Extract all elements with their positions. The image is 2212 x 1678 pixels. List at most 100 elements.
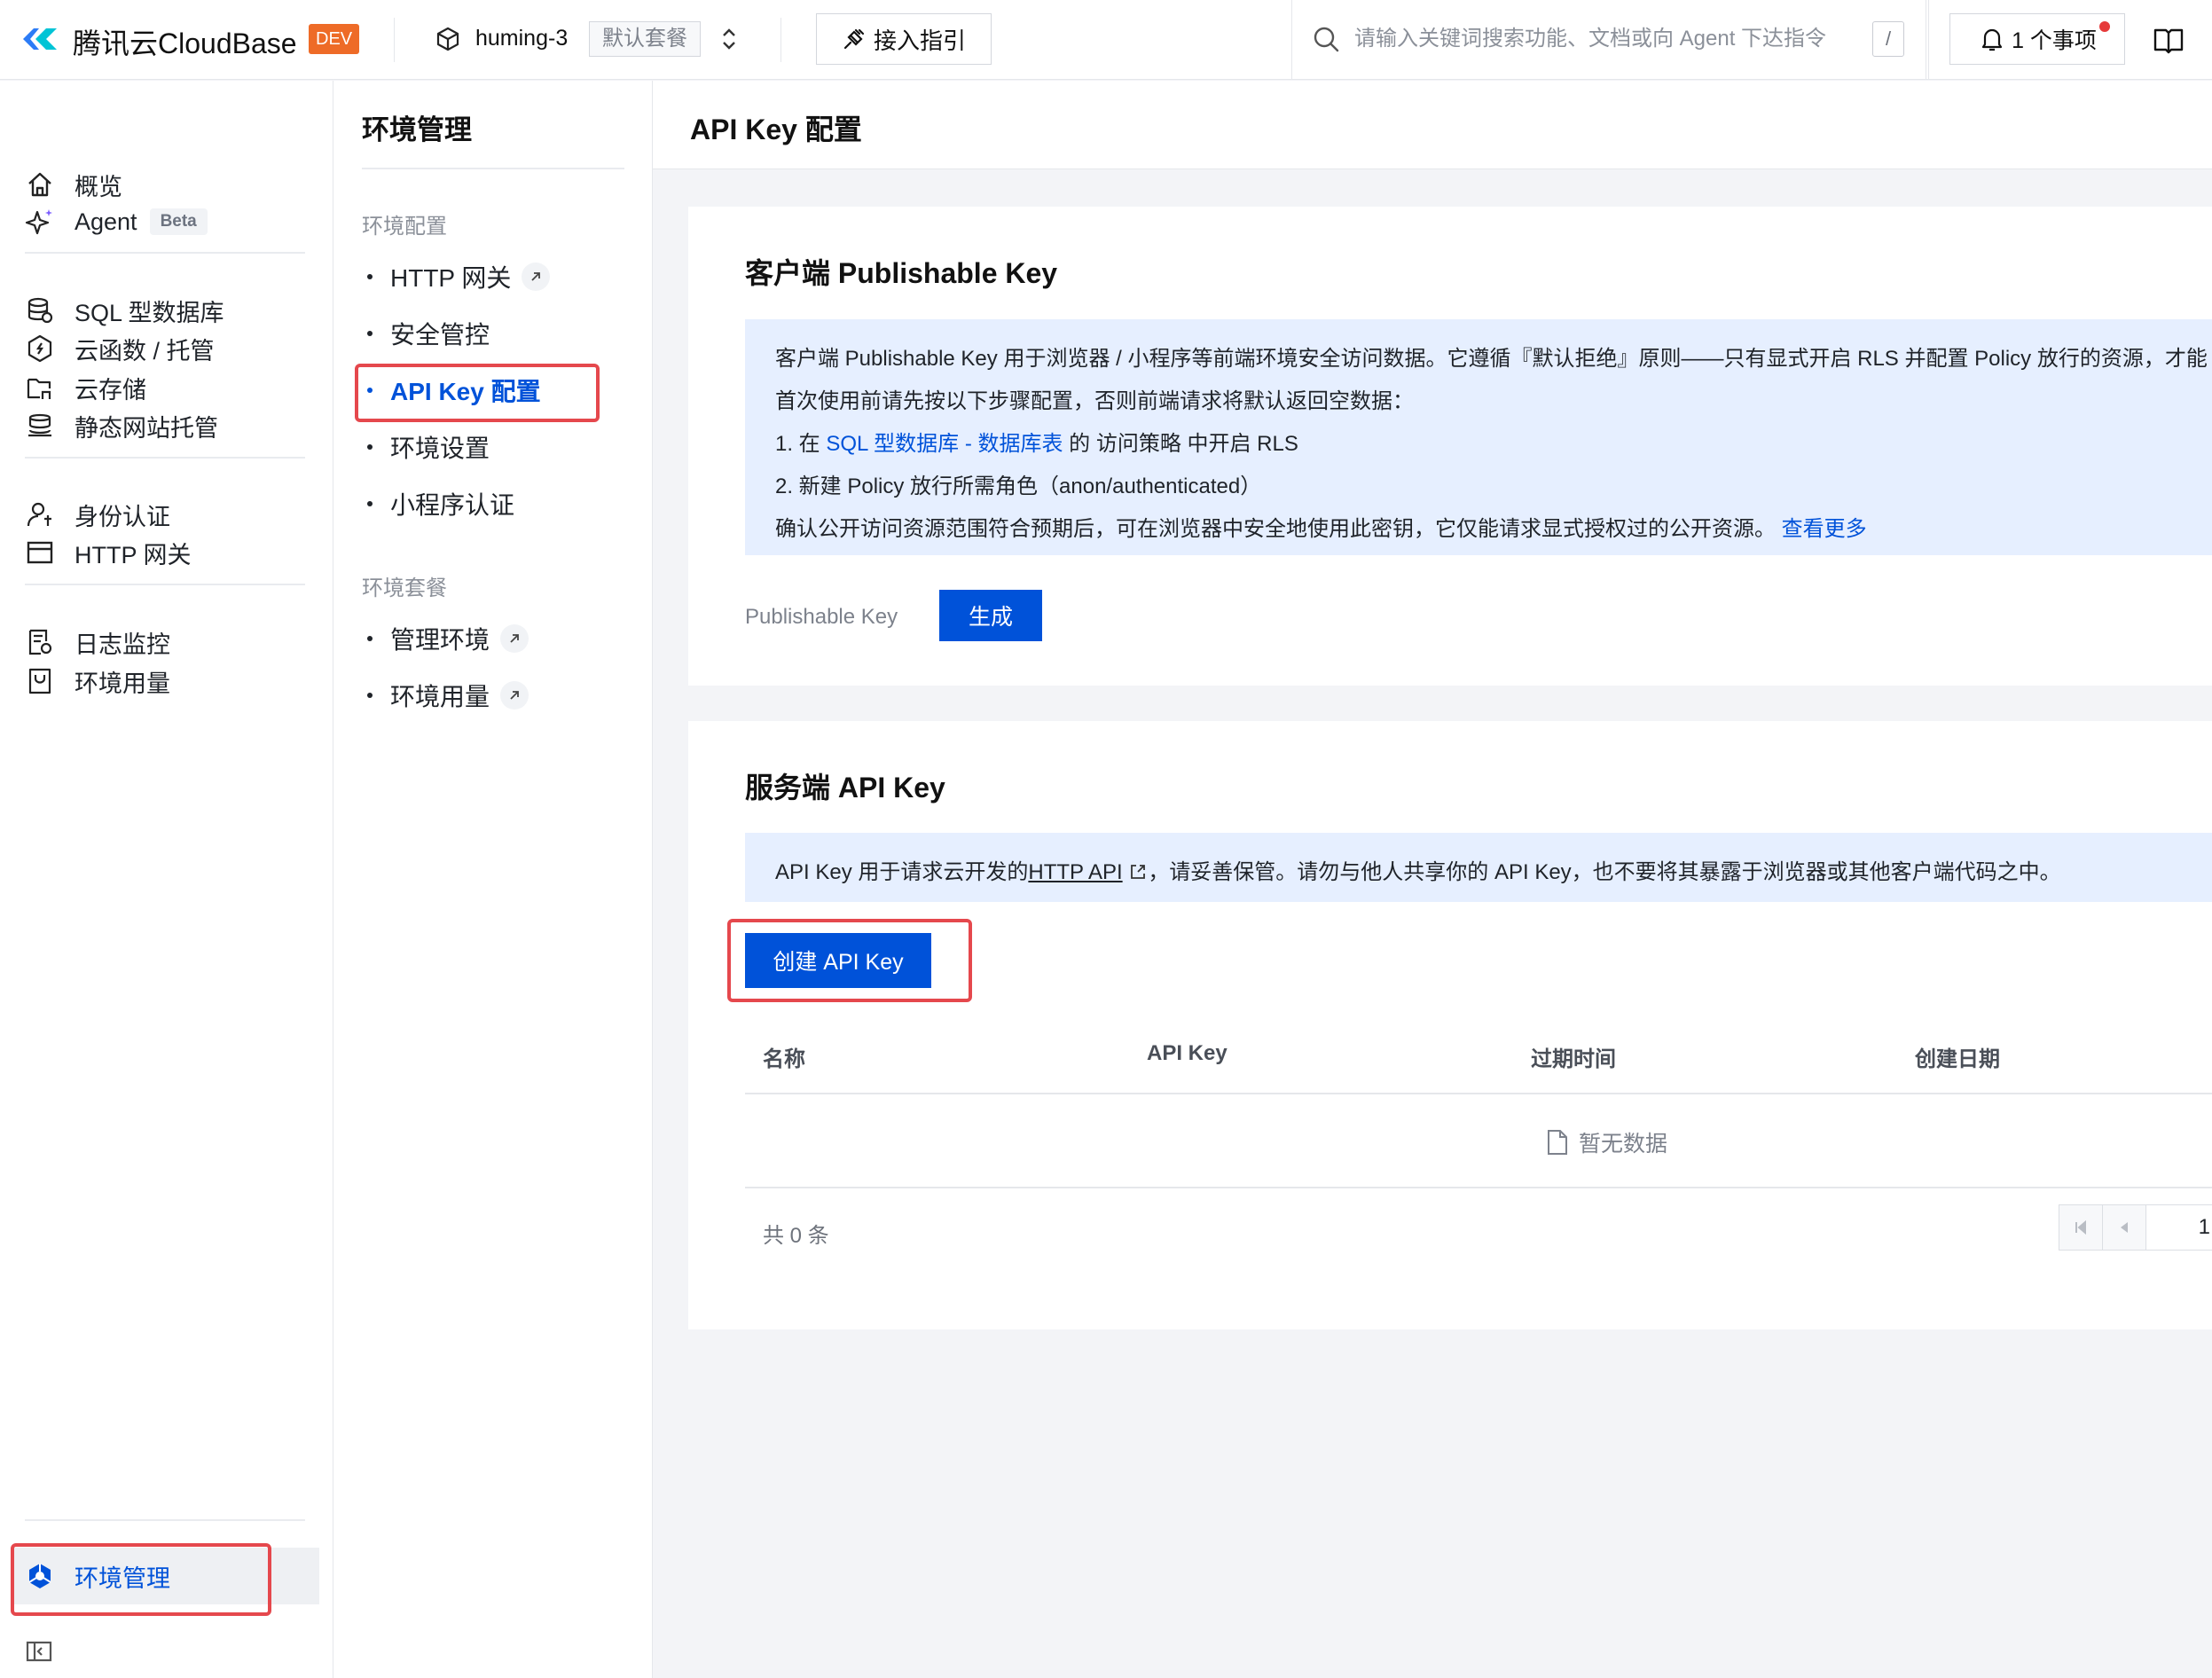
- sparkle-icon: [25, 209, 52, 235]
- subnav-item-label: HTTP 网关: [390, 264, 512, 292]
- subnav-item-label: 管理环境: [390, 626, 490, 654]
- plug-icon: [843, 28, 865, 50]
- http-api-link[interactable]: HTTP API: [1028, 860, 1122, 884]
- external-link-icon: [1131, 865, 1146, 879]
- book-icon[interactable]: [2152, 23, 2185, 57]
- subnav-title: 环境管理: [362, 114, 472, 145]
- subnav-divider: [362, 168, 624, 169]
- column-header-expires: 过期时间: [1531, 1047, 1616, 1071]
- sidebar-item-label: 静态网站托管: [75, 414, 218, 442]
- sidebar-divider: [25, 584, 305, 585]
- storage-icon: [27, 378, 51, 399]
- info-step-2: 2. 新建 Policy 放行所需角色（anon/authenticated）: [775, 474, 1262, 498]
- subnav-item-label: 安全管控: [390, 321, 490, 349]
- sidebar-divider: [25, 1519, 305, 1521]
- empty-state: 暂无数据: [1545, 1126, 1667, 1158]
- integration-guide-button[interactable]: 接入指引: [816, 13, 992, 65]
- notifications-label: 1 个事项: [2012, 28, 2097, 53]
- empty-text: 暂无数据: [1579, 1132, 1668, 1157]
- sidebar-item-label: 环境用量: [75, 670, 170, 697]
- usage-icon: [28, 668, 51, 694]
- bullet: [367, 331, 373, 336]
- bullet: [367, 501, 373, 506]
- subnav-item-miniprogram-auth[interactable]: 小程序认证: [367, 482, 514, 526]
- env-name[interactable]: huming-3: [475, 26, 568, 51]
- first-page-button[interactable]: [2059, 1204, 2103, 1251]
- sql-database-table-link[interactable]: SQL 型数据库 - 数据库表: [826, 432, 1063, 456]
- pagination: 1: [2059, 1204, 2212, 1251]
- sidebar-divider: [25, 252, 305, 254]
- info-text: 首次使用前请先按以下步骤配置，否则前端请求将默认返回空数据：: [775, 389, 1414, 413]
- subnav-group-label: 环境配置: [362, 215, 447, 239]
- table-footer-divider: [745, 1187, 2212, 1188]
- subnav-item-env-usage[interactable]: 环境用量: [367, 673, 529, 717]
- subnav-item-manage-env[interactable]: 管理环境: [367, 616, 529, 661]
- highlight-box: [355, 364, 600, 422]
- publishable-info-box: 客户端 Publishable Key 用于浏览器 / 小程序等前端环境安全访问…: [745, 319, 2212, 555]
- subnav-item-label: 环境设置: [390, 435, 490, 462]
- search-icon: [1314, 27, 1339, 52]
- column-header-name: 名称: [763, 1047, 805, 1071]
- highlight-box: [11, 1543, 271, 1616]
- external-link-icon: [500, 681, 529, 710]
- page-title: API Key 配置: [690, 114, 862, 145]
- subnav-item-label: 环境用量: [390, 683, 490, 710]
- page-header: API Key 配置: [653, 81, 2212, 169]
- server-info-box: API Key 用于请求云开发的HTTP API ，请妥善保管。请勿与他人共享你…: [745, 833, 2212, 902]
- page-number-input[interactable]: 1: [2145, 1204, 2212, 1251]
- info-text: 确认公开访问资源范围符合预期后，可在浏览器中安全地使用此密钥，它仅能请求显式授权…: [775, 517, 1776, 541]
- table-header-divider: [745, 1093, 2212, 1094]
- env-badge: DEV: [309, 24, 360, 54]
- beta-badge: Beta: [149, 208, 208, 235]
- divider: [780, 18, 781, 62]
- brand-name[interactable]: 腾讯云CloudBase: [73, 21, 297, 62]
- integration-guide-label: 接入指引: [873, 27, 966, 54]
- log-icon: [28, 629, 52, 655]
- collapse-sidebar-icon[interactable]: [25, 1637, 53, 1666]
- cloudbase-logo-icon[interactable]: [20, 20, 60, 60]
- generate-key-button[interactable]: 生成: [939, 590, 1042, 641]
- subnav-item-http-gateway[interactable]: HTTP 网关: [367, 255, 551, 299]
- sub-navigation: 环境管理 环境配置 HTTP 网关 安全管控 API Key 配置 环境设置 小…: [333, 81, 653, 1678]
- first-page-icon: [2075, 1219, 2086, 1235]
- notification-dot: [2099, 21, 2110, 32]
- empty-file-icon: [1548, 1130, 1567, 1155]
- cube-icon: [436, 27, 459, 51]
- bullet: [367, 636, 373, 641]
- bullet: [367, 274, 373, 279]
- publishable-key-card: 客户端 Publishable Key 客户端 Publishable Key …: [688, 207, 2212, 686]
- subnav-group-label: 环境套餐: [362, 576, 447, 600]
- search-bar[interactable]: /: [1291, 0, 1926, 80]
- subnav-item-env-settings[interactable]: 环境设置: [367, 425, 490, 469]
- learn-more-link[interactable]: 查看更多: [1782, 517, 1867, 541]
- card-title: 服务端 API Key: [745, 772, 945, 804]
- sidebar-item-usage[interactable]: 环境用量: [0, 655, 333, 708]
- publishable-key-label: Publishable Key: [745, 605, 898, 629]
- external-link-icon: [500, 624, 529, 653]
- notifications-button[interactable]: 1 个事项: [1949, 13, 2125, 65]
- search-input[interactable]: [1354, 21, 1851, 57]
- info-text: 客户端 Publishable Key 用于浏览器 / 小程序等前端环境安全访问…: [775, 347, 2208, 371]
- external-link-icon: [522, 263, 551, 291]
- prev-page-icon: [2121, 1222, 2128, 1233]
- sidebar-item-agent[interactable]: Agent Beta: [0, 195, 333, 248]
- sidebar-item-label: HTTP 网关: [75, 541, 192, 568]
- info-text: API Key 用于请求云开发的: [775, 860, 1029, 884]
- subnav-item-security[interactable]: 安全管控: [367, 311, 490, 356]
- gateway-icon: [27, 541, 53, 564]
- info-confirm: 确认公开访问资源范围符合预期后，可在浏览器中安全地使用此密钥，它仅能请求显式授权…: [775, 511, 1867, 542]
- divider: [394, 18, 395, 62]
- column-header-api-key: API Key: [1147, 1041, 1228, 1065]
- sidebar-item-http-gateway[interactable]: HTTP 网关: [0, 526, 333, 579]
- sidebar: 概览 Agent Beta SQL 型数据库 云函数 / 托管 云存储 静态网站…: [0, 81, 333, 1678]
- search-shortcut-key: /: [1872, 21, 1904, 57]
- prev-page-button[interactable]: [2102, 1204, 2146, 1251]
- divider: [1928, 0, 1929, 80]
- chevron-up-down-icon[interactable]: [718, 23, 740, 55]
- info-text: ，请妥善保管。请勿与他人共享你的 API Key，也不要将其暴露于浏览器或其他客…: [1148, 860, 2061, 884]
- sidebar-item-static-hosting[interactable]: 静态网站托管: [0, 399, 333, 452]
- env-plan-tag: 默认套餐: [589, 21, 701, 57]
- server-api-key-card: 服务端 API Key API Key 用于请求云开发的HTTP API ，请妥…: [688, 721, 2212, 1329]
- info-step-1: 1. 在 SQL 型数据库 - 数据库表 的 访问策略 中开启 RLS: [775, 426, 1298, 457]
- bullet: [367, 693, 373, 698]
